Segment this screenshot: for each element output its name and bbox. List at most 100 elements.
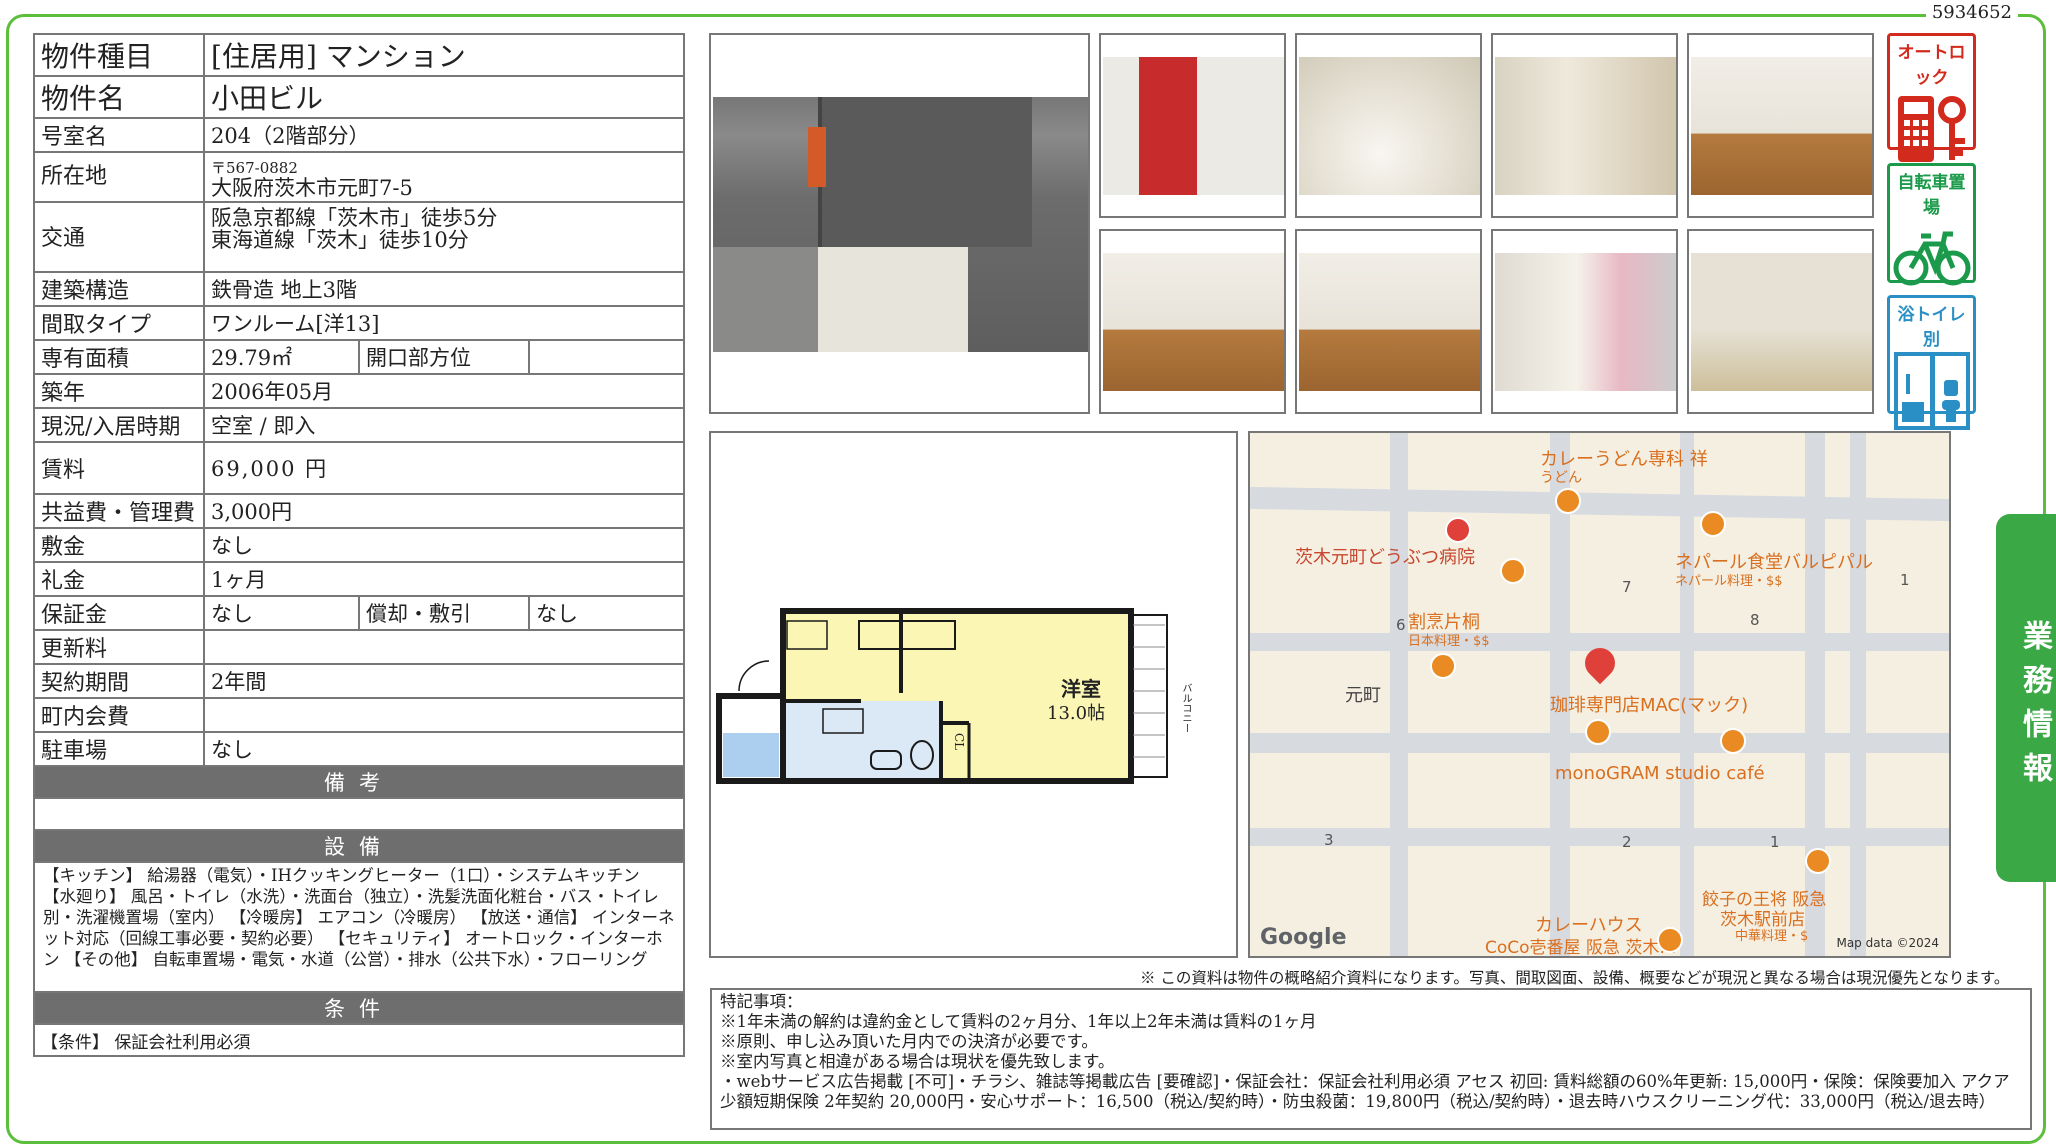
- contract-value: 2年間: [203, 663, 685, 699]
- area-value: 29.79㎡: [203, 339, 360, 375]
- bathroom-photo: [1299, 57, 1480, 195]
- restaurant-pin-icon[interactable]: [1657, 927, 1683, 953]
- fee-value: 3,000円: [203, 493, 685, 529]
- room-photo-window: [1691, 57, 1872, 195]
- storefront-shape: [818, 247, 968, 352]
- keymoney-label: 礼金: [33, 561, 205, 597]
- disclaimer-notice: ※ この資料は物件の概略紹介資料になります。写真、間取図面、設備、概要などが現況…: [1140, 969, 2010, 987]
- building-photo-frame: [709, 33, 1090, 414]
- structure-value: 鉄骨造 地上3階: [203, 271, 685, 307]
- name-label: 物件名: [33, 75, 205, 119]
- separate-bath-toilet-badge: 浴トイレ別: [1887, 295, 1976, 430]
- map-label-motomachi: 元町: [1345, 685, 1381, 706]
- restaurant-pin-icon[interactable]: [1700, 511, 1726, 537]
- notes-line-1: ※1年未満の解約は違約金として賃料の2ヶ月分、1年以上2年未満は賃料の1ヶ月: [720, 1012, 1317, 1031]
- bicycle-parking-badge-label: 自転車置場: [1897, 173, 1966, 218]
- map-label-mac: 珈琲専門店MAC(マック): [1550, 695, 1749, 716]
- direction-value: [528, 339, 685, 375]
- direction-label: 開口部方位: [358, 339, 530, 375]
- floorplan-drawing: [716, 608, 1168, 784]
- floorplan-balcony-label: バルコニー: [1180, 683, 1191, 733]
- restaurant-pin-icon[interactable]: [1430, 653, 1456, 679]
- notes-line-4: ・webサービス広告掲載 [不可]・チラシ、雑誌等掲載広告 [要確認]・保証会社…: [720, 1072, 2010, 1111]
- rent-value: 69,000 円: [203, 441, 685, 495]
- address-label: 所在地: [33, 151, 205, 203]
- restaurant-pin-icon[interactable]: [1805, 848, 1831, 874]
- guarantee-value: なし: [203, 595, 360, 631]
- room-label: 号室名: [33, 117, 205, 153]
- conditions-text: 【条件】 保証会社利用必須: [33, 1023, 685, 1057]
- map-label-kappo-sub: 日本料理・$$: [1408, 634, 1490, 649]
- map-data-attribution: Map data ©2024: [1836, 936, 1939, 950]
- built-value: 2006年05月: [203, 373, 685, 409]
- area-label: 専有面積: [33, 339, 205, 375]
- access-label: 交通: [33, 201, 205, 273]
- map-label-coco-2: CoCo壱番屋 阪急 茨木…: [1485, 938, 1677, 958]
- interior-photo-frame-5: [1099, 229, 1286, 414]
- bicycle-icon: [1893, 231, 1970, 286]
- room-photo-1: [1103, 253, 1284, 391]
- sign-shape: [808, 127, 826, 187]
- notes-line-3: ※室内写真と相違がある場合は現状を優先致します。: [720, 1052, 1115, 1071]
- notes-line-2: ※原則、申し込み頂いた月内での決済が必要です。: [720, 1032, 1098, 1051]
- memo-header: 備考: [33, 765, 685, 799]
- cafe-pin-icon[interactable]: [1585, 719, 1611, 745]
- map-label-udon: うどん: [1540, 470, 1582, 486]
- assoc-label: 町内会費: [33, 697, 205, 733]
- address-text: 大阪府茨木市元町7-5: [211, 176, 413, 200]
- access-line-1: 阪急京都線「茨木市」徒歩5分: [211, 206, 498, 230]
- map-road: [1250, 486, 1949, 522]
- rent-label: 賃料: [33, 441, 205, 495]
- keymoney-value: 1ヶ月: [203, 561, 685, 597]
- bicycle-parking-badge: 自転車置場: [1887, 163, 1976, 286]
- layout-label: 間取タイプ: [33, 305, 205, 341]
- map-road: [1805, 433, 1825, 956]
- name-value: 小田ビル: [203, 75, 685, 119]
- autolock-badge: オートロック: [1887, 33, 1976, 162]
- interior-photo-frame-2: [1295, 33, 1482, 218]
- restaurant-pin-icon[interactable]: [1555, 488, 1581, 514]
- location-map[interactable]: カレーうどん専科 祥 うどん 茨木元町どうぶつ病院 ネパール食堂バルピパル ネパ…: [1248, 431, 1951, 958]
- business-info-tab[interactable]: 業務情報: [1996, 514, 2056, 882]
- autolock-badge-label: オートロック: [1897, 43, 1966, 88]
- map-label-vet: 茨木元町どうぶつ病院: [1295, 547, 1475, 568]
- separate-bath-toilet-badge-label: 浴トイレ別: [1897, 305, 1966, 350]
- notes-title: 特記事項：: [720, 992, 803, 1011]
- contract-label: 契約期間: [33, 663, 205, 699]
- map-block-number: 1: [1900, 571, 1910, 589]
- type-label: 物件種目: [33, 33, 205, 77]
- facade-shape: [818, 97, 1032, 247]
- conditions-header: 条件: [33, 991, 685, 1025]
- restaurant-pin-icon[interactable]: [1500, 558, 1526, 584]
- document-id: 5934652: [1925, 2, 2018, 23]
- washroom-photo: [1495, 57, 1676, 195]
- assoc-value: [203, 697, 685, 733]
- interior-photo-frame-7: [1491, 229, 1678, 414]
- interior-photo-frame-1: [1099, 33, 1286, 218]
- parking-label: 駐車場: [33, 731, 205, 767]
- status-value: 空室 / 即入: [203, 407, 685, 443]
- map-block-number: 7: [1622, 578, 1632, 596]
- map-block-number: 8: [1750, 611, 1760, 629]
- access-value: 阪急京都線「茨木市」徒歩5分 東海道線「茨木」徒歩10分: [203, 201, 685, 273]
- interior-photo-frame-6: [1295, 229, 1482, 414]
- google-logo: Google: [1260, 925, 1347, 950]
- room-value: 204（2階部分）: [203, 117, 685, 153]
- postal-code: 〒567-0882: [211, 159, 298, 177]
- floorplan-cl-label: CL: [952, 733, 966, 751]
- fee-label: 共益費・管理費: [33, 493, 205, 529]
- property-spec-table: 物件種目 [住居用] マンション 物件名 小田ビル 号室名 204（2階部分） 所在地…: [33, 33, 685, 1057]
- room-photo-2: [1299, 253, 1480, 391]
- hospital-pin-icon[interactable]: [1445, 517, 1471, 543]
- map-road: [1850, 433, 1866, 956]
- floorplan-room-size: 13.0帖: [1047, 703, 1106, 724]
- arcade-shape: [713, 247, 818, 352]
- cafe-pin-icon[interactable]: [1720, 728, 1746, 754]
- amort-value: なし: [528, 595, 685, 631]
- map-block-number: 3: [1324, 831, 1334, 849]
- special-notes: 特記事項： ※1年未満の解約は違約金として賃料の2ヶ月分、1年以上2年未満は賃料…: [710, 988, 2032, 1130]
- interior-photo-frame-8: [1687, 229, 1874, 414]
- address-value: 〒567-0882 大阪府茨木市元町7-5: [203, 151, 685, 203]
- map-road: [1250, 828, 1949, 846]
- layout-value: ワンルーム[洋13]: [203, 305, 685, 341]
